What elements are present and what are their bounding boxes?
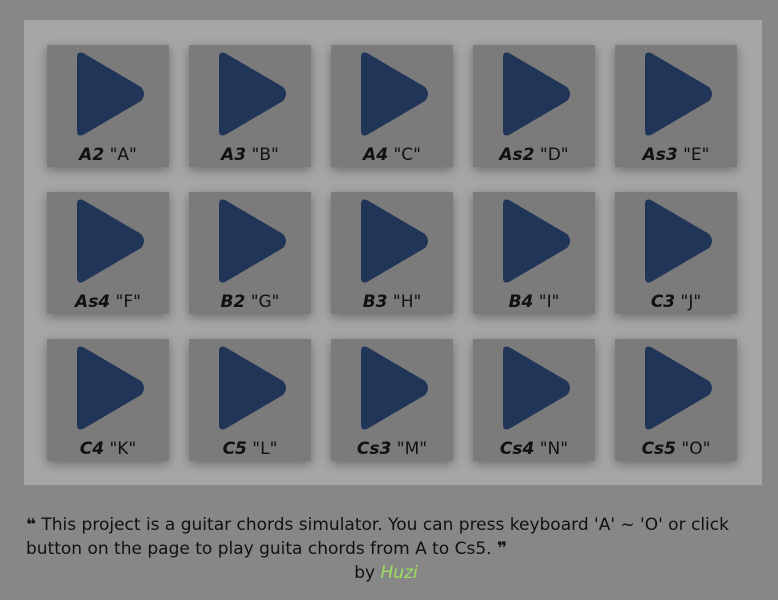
pad-key: "E" xyxy=(683,145,710,165)
pad-note: B4 xyxy=(508,292,534,312)
chord-pad[interactable]: A2 "A" xyxy=(47,45,169,167)
pad-key: "M" xyxy=(396,439,428,459)
play-icon xyxy=(353,198,433,284)
pad-key: "A" xyxy=(109,145,137,165)
play-icon xyxy=(495,51,575,137)
chord-pad[interactable]: C5 "L" xyxy=(189,339,311,461)
pad-label: B3 "H" xyxy=(331,292,453,312)
project-description: ❝ This project is a guitar chords simula… xyxy=(26,513,756,585)
pad-note: Cs3 xyxy=(356,439,392,459)
play-icon xyxy=(211,198,291,284)
pad-key: "N" xyxy=(539,439,569,459)
pad-label: Cs4 "N" xyxy=(473,439,595,459)
pad-note: C3 xyxy=(650,292,676,312)
pad-note: C5 xyxy=(222,439,247,459)
play-icon xyxy=(69,345,149,431)
pad-note: C4 xyxy=(79,439,105,459)
play-icon xyxy=(69,51,149,137)
chord-pad[interactable]: B4 "I" xyxy=(473,192,595,314)
chord-pad[interactable]: As2 "D" xyxy=(473,45,595,167)
chord-pad[interactable]: A4 "C" xyxy=(331,45,453,167)
byline: by Huzi xyxy=(26,561,746,585)
pad-key: "C" xyxy=(393,145,421,165)
close-quote-icon: ❞ xyxy=(496,539,507,559)
play-icon xyxy=(495,345,575,431)
pad-label: C3 "J" xyxy=(615,292,737,312)
play-icon xyxy=(211,345,291,431)
pad-key: "J" xyxy=(680,292,702,312)
play-icon xyxy=(495,198,575,284)
pad-label: C5 "L" xyxy=(189,439,311,459)
play-icon xyxy=(637,198,717,284)
chord-pad[interactable]: Cs4 "N" xyxy=(473,339,595,461)
pad-label: As2 "D" xyxy=(473,145,595,165)
pad-label: As4 "F" xyxy=(47,292,169,312)
pad-note: As4 xyxy=(75,292,111,312)
chord-pad-grid: A2 "A" A3 "B" A4 "C" As2 "D" As3 "E" As4… xyxy=(47,45,737,461)
author-link[interactable]: Huzi xyxy=(381,563,418,583)
pad-label: A2 "A" xyxy=(47,145,169,165)
pad-note: Cs4 xyxy=(499,439,535,459)
chord-pad[interactable]: B2 "G" xyxy=(189,192,311,314)
pad-key: "D" xyxy=(539,145,569,165)
pad-key: "O" xyxy=(681,439,711,459)
pad-note: A4 xyxy=(363,145,389,165)
pad-note: As3 xyxy=(642,145,678,165)
pad-key: "B" xyxy=(251,145,279,165)
pad-label: A4 "C" xyxy=(331,145,453,165)
pad-note: As2 xyxy=(499,145,535,165)
chord-pad[interactable]: As4 "F" xyxy=(47,192,169,314)
pad-label: C4 "K" xyxy=(47,439,169,459)
pad-note: A3 xyxy=(221,145,247,165)
chord-pad[interactable]: A3 "B" xyxy=(189,45,311,167)
pad-label: Cs5 "O" xyxy=(615,439,737,459)
pad-label: As3 "E" xyxy=(615,145,737,165)
play-icon xyxy=(69,198,149,284)
pad-key: "G" xyxy=(250,292,280,312)
play-icon xyxy=(211,51,291,137)
description-text: This project is a guitar chords simulato… xyxy=(26,515,729,559)
pad-label: Cs3 "M" xyxy=(331,439,453,459)
by-label: by xyxy=(354,563,376,583)
play-icon xyxy=(637,345,717,431)
chord-pad[interactable]: B3 "H" xyxy=(331,192,453,314)
chord-pad[interactable]: As3 "E" xyxy=(615,45,737,167)
open-quote-icon: ❝ xyxy=(26,515,36,535)
play-icon xyxy=(353,51,433,137)
chord-pad[interactable]: C3 "J" xyxy=(615,192,737,314)
drum-kit-panel: A2 "A" A3 "B" A4 "C" As2 "D" As3 "E" As4… xyxy=(24,20,762,485)
chord-pad[interactable]: C4 "K" xyxy=(47,339,169,461)
play-icon xyxy=(353,345,433,431)
pad-note: B3 xyxy=(362,292,388,312)
pad-label: B2 "G" xyxy=(189,292,311,312)
chord-pad[interactable]: Cs3 "M" xyxy=(331,339,453,461)
pad-note: B2 xyxy=(220,292,246,312)
pad-key: "K" xyxy=(109,439,137,459)
pad-key: "F" xyxy=(115,292,141,312)
chord-pad[interactable]: Cs5 "O" xyxy=(615,339,737,461)
pad-note: A2 xyxy=(79,145,105,165)
pad-key: "L" xyxy=(252,439,278,459)
pad-label: B4 "I" xyxy=(473,292,595,312)
pad-key: "I" xyxy=(538,292,560,312)
play-icon xyxy=(637,51,717,137)
pad-note: Cs5 xyxy=(641,439,676,459)
pad-key: "H" xyxy=(392,292,422,312)
pad-label: A3 "B" xyxy=(189,145,311,165)
